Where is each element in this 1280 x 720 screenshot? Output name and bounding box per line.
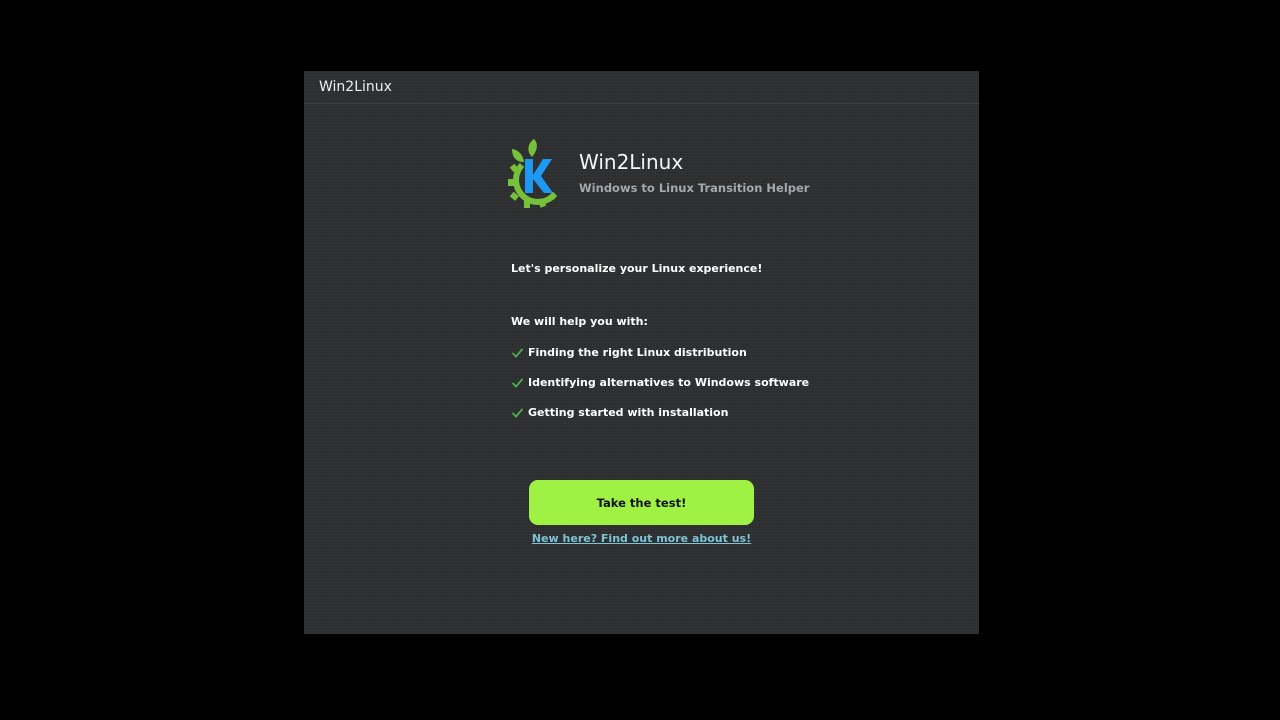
app-tagline: Windows to Linux Transition Helper	[579, 181, 810, 195]
take-test-button[interactable]: Take the test!	[529, 480, 754, 525]
feature-item: Identifying alternatives to Windows soft…	[511, 373, 809, 391]
about-us-link[interactable]: New here? Find out more about us!	[304, 532, 979, 545]
app-name: Win2Linux	[579, 150, 684, 174]
feature-label: Getting started with installation	[528, 405, 729, 419]
feature-label: Finding the right Linux distribution	[528, 345, 747, 359]
window-titlebar[interactable]: Win2Linux	[304, 71, 979, 104]
check-icon	[511, 407, 524, 418]
intro-text: Let's personalize your Linux experience!	[511, 262, 763, 275]
window-title: Win2Linux	[319, 79, 392, 95]
app-window: Win2Linux Win2Linux Windows to Linux Tra…	[304, 71, 979, 634]
help-heading: We will help you with:	[511, 315, 648, 328]
feature-item: Finding the right Linux distribution	[511, 343, 747, 361]
check-icon	[511, 377, 524, 388]
kde-gear-leaf-logo-icon	[508, 139, 558, 208]
about-us-link-label[interactable]: New here? Find out more about us!	[532, 532, 751, 545]
check-icon	[511, 347, 524, 358]
feature-label: Identifying alternatives to Windows soft…	[528, 375, 810, 389]
feature-item: Getting started with installation	[511, 403, 728, 421]
